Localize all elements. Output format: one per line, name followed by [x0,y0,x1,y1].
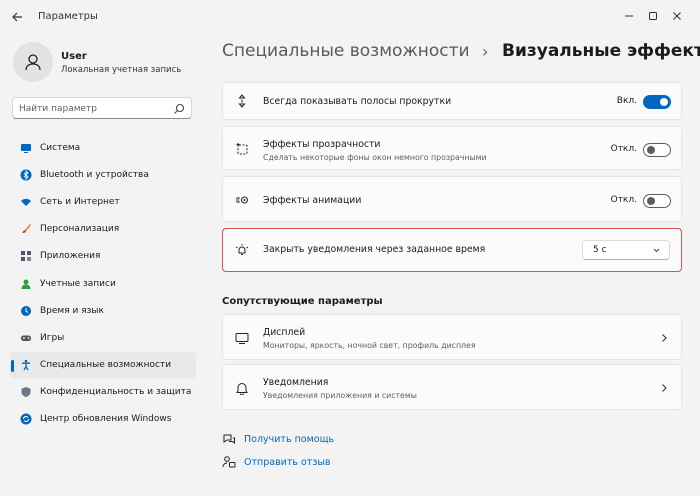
related-display[interactable]: Дисплей Мониторы, яркость, ночной свет, … [222,314,682,360]
minimize-button[interactable] [618,6,640,26]
breadcrumb-separator: › [482,42,489,61]
sidebar-item-accounts[interactable]: Учетные записи [10,270,196,297]
sidebar-item-label: Сеть и Интернет [40,196,120,207]
user-name: User [61,51,87,62]
sidebar-item-label: Игры [40,332,65,343]
sidebar-item-label: Время и язык [40,305,104,316]
sidebar-nav: Система Bluetooth и устройства Сеть и Ин… [10,134,196,433]
person-icon [20,278,32,290]
brush-icon [20,223,32,235]
transparency-toggle[interactable] [643,143,671,157]
sidebar-item-gaming[interactable]: Игры [10,324,196,351]
search-input[interactable] [19,101,169,116]
sidebar-item-time-language[interactable]: Время и язык [10,297,196,324]
breadcrumb[interactable]: Специальные возможности [222,41,470,61]
scrollbars-toggle[interactable] [643,95,671,109]
sidebar-item-apps[interactable]: Приложения [10,243,196,270]
account-type: Локальная учетная запись [61,65,182,75]
toggle-state-label: Откл. [610,144,637,154]
link-label: Отправить отзыв [244,456,331,468]
get-help-link[interactable]: Получить помощь [222,432,334,446]
sidebar-item-personalization[interactable]: Персонализация [10,216,196,243]
bluetooth-icon [20,169,32,181]
person-icon [25,54,41,71]
bell-icon [235,381,249,395]
setting-subtitle: Сделать некоторые фоны окон немного проз… [263,153,487,162]
setting-title: Эффекты прозрачности [263,139,381,150]
feedback-icon [222,455,236,469]
toggle-state-label: Откл. [610,195,637,205]
avatar[interactable] [13,42,53,82]
sidebar-item-label: Центр обновления Windows [40,414,172,425]
wifi-icon [20,196,32,208]
sidebar-item-privacy[interactable]: Конфиденциальность и защита [10,379,196,406]
sidebar-item-bluetooth[interactable]: Bluetooth и устройства [10,161,196,188]
setting-title: Всегда показывать полосы прокрутки [263,96,452,107]
sidebar-item-label: Учетные записи [40,278,116,289]
close-button[interactable] [666,6,688,26]
related-title: Дисплей [263,327,306,338]
sidebar-item-accessibility[interactable]: Специальные возможности [10,351,196,379]
sidebar-item-windows-update[interactable]: Центр обновления Windows [10,406,196,433]
setting-scrollbars: Всегда показывать полосы прокрутки Вкл. [222,82,682,120]
page-title: Визуальные эффекты [502,41,700,61]
related-subtitle: Уведомления приложения и системы [263,391,417,400]
sidebar-item-label: Персонализация [40,224,120,235]
setting-notification-timeout: Закрыть уведомления через заданное время… [222,228,682,272]
sidebar-item-label: Bluetooth и устройства [40,169,149,180]
link-label: Получить помощь [244,433,335,445]
animation-toggle[interactable] [643,194,671,208]
setting-title: Эффекты анимации [263,195,362,206]
dropdown-value: 5 с [593,245,607,255]
related-settings-heading: Сопутствующие параметры [222,296,383,307]
transparency-icon [235,142,249,156]
timeout-dropdown[interactable]: 5 с [582,240,670,260]
help-icon [222,432,236,446]
close-icon [673,12,681,20]
sidebar-item-label: Приложения [40,251,101,262]
gamepad-icon [20,332,32,344]
bell-timer-icon [235,243,249,257]
send-feedback-link[interactable]: Отправить отзыв [222,455,331,469]
arrow-left-icon [12,12,22,22]
setting-animation: Эффекты анимации Откл. [222,176,682,222]
search-icon[interactable] [173,103,185,115]
monitor-icon [235,331,249,345]
apps-icon [20,250,32,262]
related-title: Уведомления [263,377,329,388]
update-icon [20,413,32,425]
animation-icon [235,193,249,207]
maximize-button[interactable] [642,6,664,26]
sidebar-item-label: Специальные возможности [40,360,172,371]
search-box[interactable] [12,97,192,119]
sidebar-item-label: Конфиденциальность и защита [40,387,192,398]
sidebar-item-label: Система [40,142,81,153]
chevron-right-icon [662,384,667,392]
toggle-state-label: Вкл. [616,96,637,106]
back-button[interactable] [8,8,26,26]
accessibility-icon [20,359,32,371]
sidebar-item-system[interactable]: Система [10,134,196,161]
chevron-down-icon [653,248,660,253]
related-subtitle: Мониторы, яркость, ночной свет, профиль … [263,341,476,350]
setting-transparency: Эффекты прозрачности Сделать некоторые ф… [222,126,682,170]
chevron-right-icon [662,334,667,342]
related-notifications[interactable]: Уведомления Уведомления приложения и сис… [222,364,682,410]
window-title: Параметры [38,11,98,22]
globe-clock-icon [20,305,32,317]
shield-icon [20,386,32,398]
title-bar: Параметры [0,0,700,34]
setting-title: Закрыть уведомления через заданное время [263,244,486,255]
monitor-icon [20,142,32,154]
minimize-icon [625,15,633,17]
scrollbar-icon [235,94,249,108]
sidebar-item-network[interactable]: Сеть и Интернет [10,188,196,215]
maximize-icon [649,12,657,20]
